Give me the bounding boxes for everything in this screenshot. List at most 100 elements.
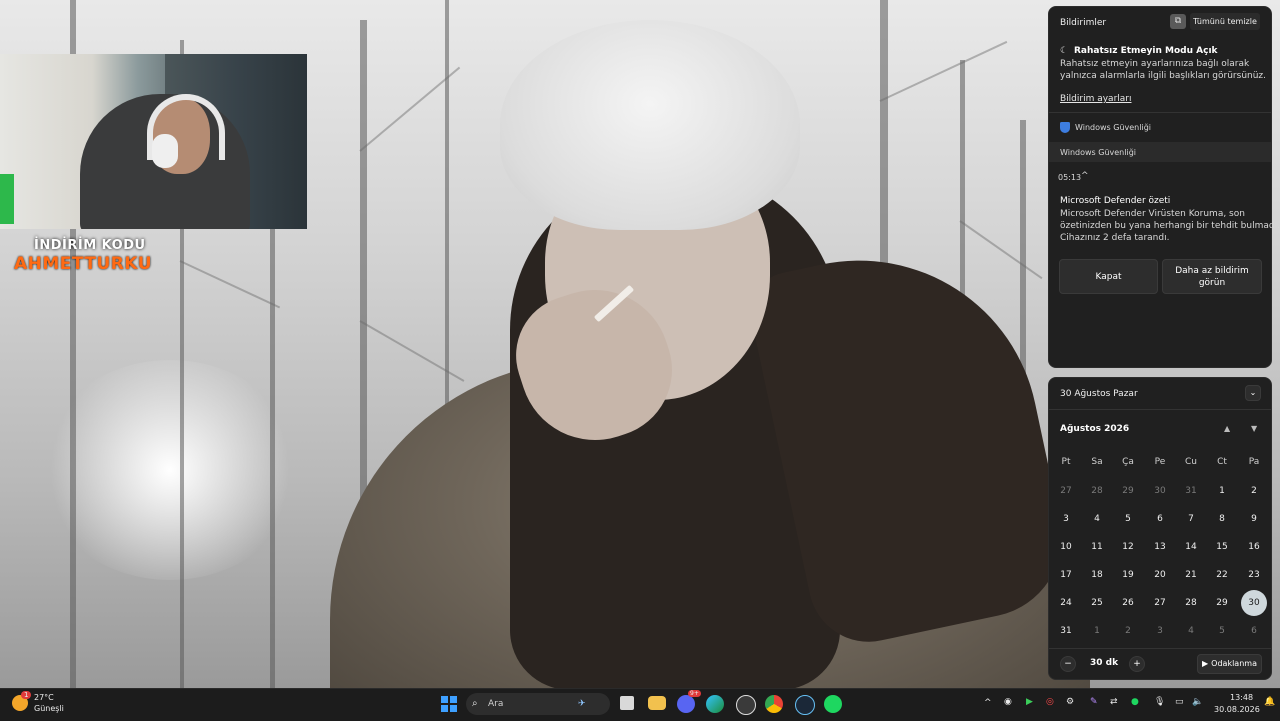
calendar-day[interactable]: 5 (1115, 506, 1141, 532)
edge-icon[interactable] (706, 695, 724, 713)
group-name: Windows Güvenliği (1060, 148, 1136, 157)
calendar-day[interactable]: 12 (1115, 534, 1141, 560)
calendar-day[interactable]: 24 (1053, 590, 1079, 616)
task-view-icon[interactable] (620, 696, 634, 710)
calendar-day[interactable]: 4 (1084, 506, 1110, 532)
calendar-day[interactable]: 17 (1053, 562, 1079, 588)
clear-all-button[interactable]: Tümünü temizle (1190, 13, 1260, 30)
notification-time: 05:13 (1058, 173, 1082, 182)
calendar-day[interactable]: 31 (1053, 618, 1079, 644)
calendar-day[interactable]: 23 (1241, 562, 1267, 588)
calendar-day[interactable]: 29 (1209, 590, 1235, 616)
play-tray-icon[interactable]: ▶ (1026, 697, 1033, 707)
calendar-day[interactable]: 4 (1178, 618, 1204, 644)
calendar-day[interactable]: 18 (1084, 562, 1110, 588)
calendar-day[interactable]: 27 (1053, 478, 1079, 504)
calendar-day[interactable]: 2 (1241, 478, 1267, 504)
focus-duration: 30 dk (1090, 658, 1119, 668)
notification-settings-link[interactable]: Bildirim ayarları (1060, 93, 1132, 106)
tray-overflow-icon[interactable]: ^ (984, 698, 992, 708)
app-name: Windows Güvenliği (1075, 123, 1151, 132)
spotify-tray-icon[interactable]: ● (1131, 697, 1139, 707)
webcam-overlay (0, 54, 307, 229)
calendar-date-header: 30 Ağustos Pazar (1060, 389, 1138, 399)
previous-month-icon[interactable]: ▲ (1224, 424, 1230, 433)
promo-code: AHMETTURKU (14, 254, 153, 274)
calendar-day[interactable]: 25 (1084, 590, 1110, 616)
calendar-day[interactable]: 15 (1209, 534, 1235, 560)
discord-icon[interactable] (677, 695, 695, 713)
close-button[interactable]: Kapat (1059, 259, 1158, 294)
spotify-icon[interactable] (824, 695, 842, 713)
weekday-label: Sa (1091, 457, 1103, 467)
calendar-day[interactable]: 31 (1178, 478, 1204, 504)
clock-time[interactable]: 13:48 (1230, 693, 1253, 702)
weather-desc[interactable]: Güneşli (34, 704, 64, 713)
discord-tray-icon[interactable]: ◉ (1004, 697, 1012, 707)
dnd-toggle-icon[interactable]: ⧉ (1170, 14, 1186, 29)
discord-badge: 9+ (688, 690, 701, 697)
clock-date[interactable]: 30.08.2026 (1214, 705, 1260, 714)
chevron-up-icon[interactable]: ^ (1081, 170, 1089, 183)
notification-bell-icon[interactable]: 🔔 (1264, 697, 1275, 707)
card-title: Microsoft Defender özeti (1060, 196, 1171, 206)
calendar-day[interactable]: 6 (1241, 618, 1267, 644)
show-fewer-line1: Daha az bildirim (1175, 265, 1249, 276)
app-tray-icon[interactable]: ◎ (1046, 697, 1054, 707)
calendar-day[interactable]: 6 (1147, 506, 1173, 532)
calendar-day[interactable]: 5 (1209, 618, 1235, 644)
next-month-icon[interactable]: ▼ (1251, 424, 1257, 433)
network-icon[interactable]: ▭ (1175, 697, 1184, 707)
calendar-day[interactable]: 9 (1241, 506, 1267, 532)
focus-minus-button[interactable]: − (1060, 656, 1076, 672)
weather-temp[interactable]: 27°C (34, 693, 54, 702)
calendar-day[interactable]: 10 (1053, 534, 1079, 560)
file-explorer-icon[interactable] (648, 696, 666, 710)
chrome-icon[interactable] (765, 695, 783, 713)
start-button[interactable] (440, 695, 458, 713)
pen-tray-icon[interactable]: ✎ (1090, 697, 1098, 707)
calendar-day[interactable]: 29 (1115, 478, 1141, 504)
calendar-day[interactable]: 21 (1178, 562, 1204, 588)
search-placeholder: Ara (488, 699, 504, 709)
taskbar-search[interactable]: ⌕ Ara ✈ (466, 693, 610, 715)
calendar-day[interactable]: 19 (1115, 562, 1141, 588)
calendar-day[interactable]: 20 (1147, 562, 1173, 588)
show-fewer-button[interactable]: Daha az bildirim görün (1162, 259, 1262, 294)
promo-label: İNDİRİM KODU (34, 238, 146, 253)
weekday-label: Pt (1061, 457, 1071, 467)
transfer-tray-icon[interactable]: ⇄ (1110, 697, 1118, 707)
focus-start-button[interactable]: ▶ Odaklanma (1197, 654, 1262, 674)
calendar-day[interactable]: 1 (1209, 478, 1235, 504)
calendar-day[interactable]: 3 (1147, 618, 1173, 644)
calendar-day[interactable]: 14 (1178, 534, 1204, 560)
microphone-icon[interactable]: 🎙 (1154, 697, 1165, 707)
shield-icon (1060, 122, 1070, 133)
calendar-day[interactable]: 27 (1147, 590, 1173, 616)
dnd-body-line2: yalnızca alarmlarla ilgili başlıkları gö… (1060, 71, 1267, 81)
calendar-day[interactable]: 11 (1084, 534, 1110, 560)
card-body-line3: Cihazınız 2 defa tarandı. (1060, 233, 1170, 243)
calendar-day[interactable]: 7 (1178, 506, 1204, 532)
calendar-day[interactable]: 22 (1209, 562, 1235, 588)
steam-tray-icon[interactable]: ⚙ (1066, 697, 1074, 707)
calendar-day[interactable]: 30 (1147, 478, 1173, 504)
volume-icon[interactable]: 🔈 (1192, 697, 1203, 707)
chevron-down-icon[interactable]: ⌄ (1245, 385, 1261, 401)
calendar-day[interactable]: 28 (1084, 478, 1110, 504)
calendar-day[interactable]: 8 (1209, 506, 1235, 532)
calendar-day[interactable]: 2 (1115, 618, 1141, 644)
weekday-label: Cu (1185, 457, 1197, 467)
calendar-day[interactable]: 26 (1115, 590, 1141, 616)
calendar-day[interactable]: 3 (1053, 506, 1079, 532)
focus-plus-button[interactable]: + (1129, 656, 1145, 672)
play-icon: ▶ (1202, 659, 1209, 668)
calendar-day[interactable]: 1 (1084, 618, 1110, 644)
calendar-day[interactable]: 28 (1178, 590, 1204, 616)
calendar-day[interactable]: 30 (1241, 590, 1267, 616)
calendar-day[interactable]: 13 (1147, 534, 1173, 560)
calendar-month-title: Ağustos 2026 (1060, 424, 1130, 434)
obs-icon[interactable] (736, 695, 756, 715)
steam-icon[interactable] (795, 695, 815, 715)
calendar-day[interactable]: 16 (1241, 534, 1267, 560)
